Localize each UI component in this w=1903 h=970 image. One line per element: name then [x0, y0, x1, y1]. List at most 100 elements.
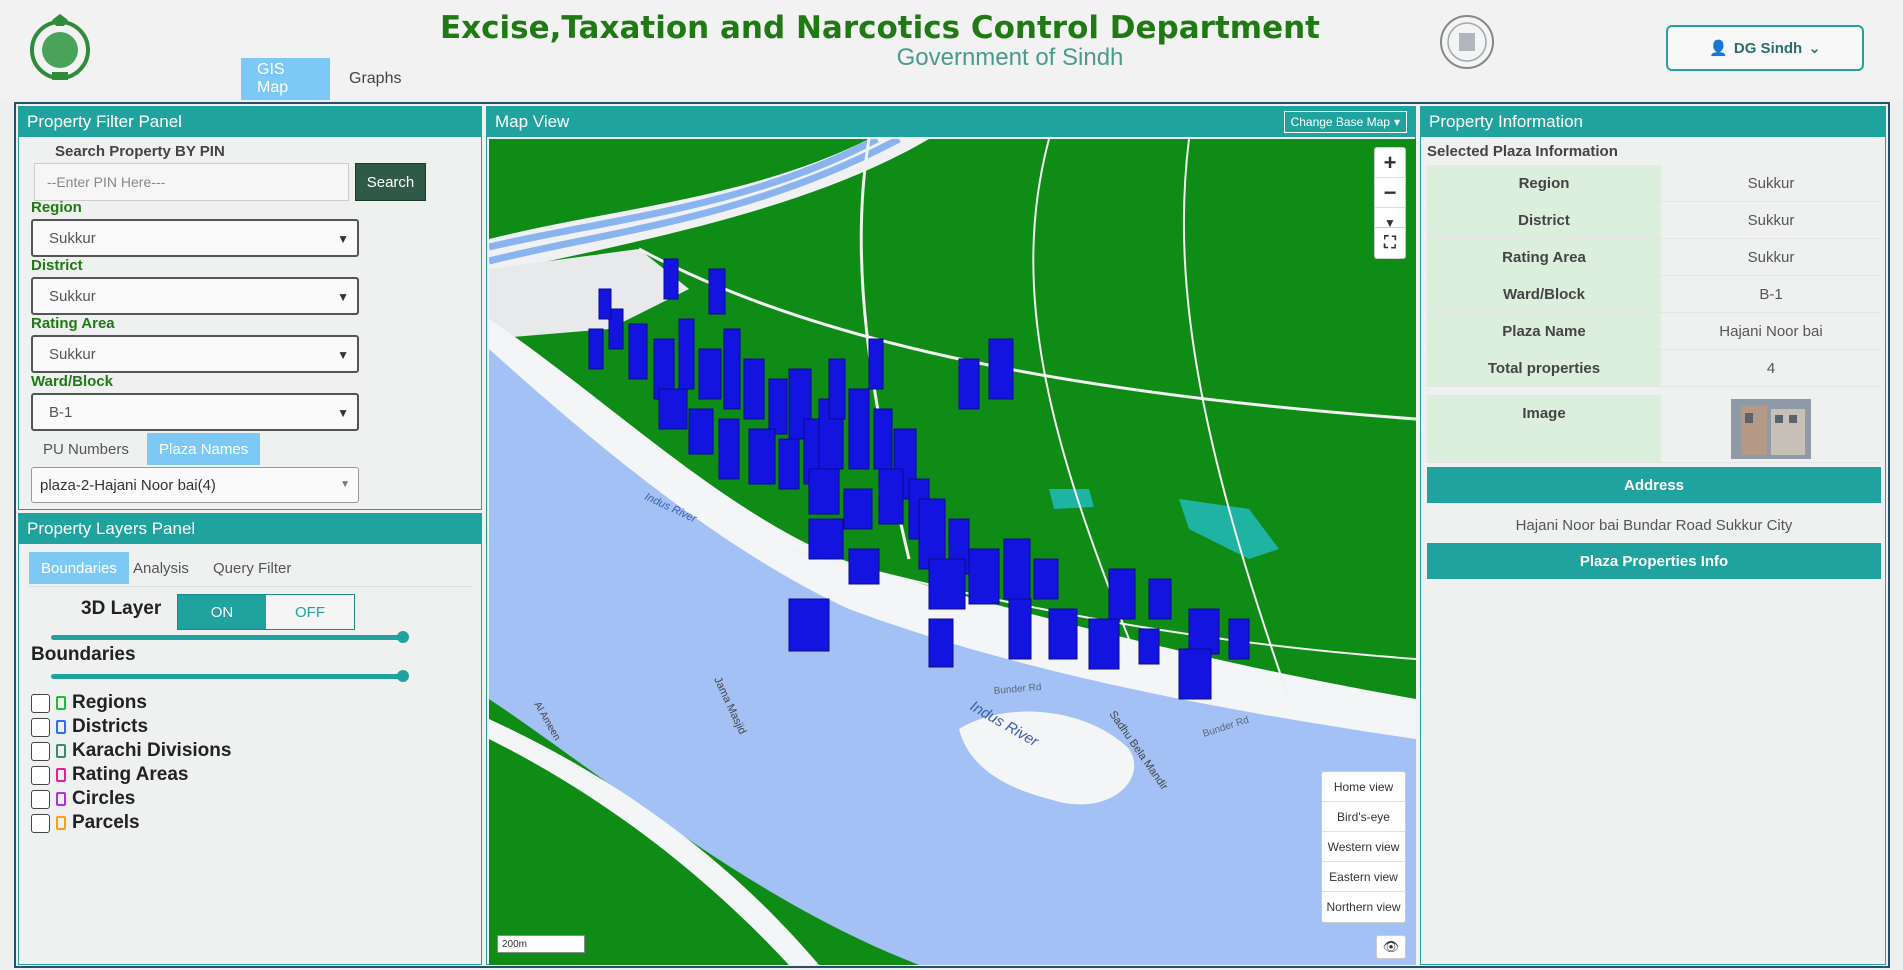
address-value: Hajani Noor bai Bundar Road Sukkur City — [1515, 516, 1793, 534]
eye-icon[interactable]: 👁 — [1376, 935, 1406, 959]
change-base-map-button[interactable]: Change Base Map ▾ — [1283, 111, 1407, 133]
tab-gis-map[interactable]: GIS Map — [241, 58, 330, 100]
water-pond — [1049, 489, 1094, 509]
map-canvas[interactable]: Indus River Indus River Bunder Rd Bunder… — [489, 139, 1416, 965]
property-information-panel: Property Information Selected Plaza Info… — [1420, 106, 1886, 965]
tab-pu-numbers[interactable]: PU Numbers — [31, 433, 141, 465]
chevron-down-icon: ▼ — [337, 290, 349, 304]
tab-graphs[interactable]: Graphs — [333, 58, 417, 100]
fullscreen-icon: ⛶ — [1384, 233, 1396, 252]
layer-row[interactable]: Districts — [31, 715, 148, 739]
layer-label: Karachi Divisions — [72, 740, 232, 761]
info-key: District — [1427, 202, 1661, 238]
info-row: District Sukkur — [1427, 202, 1881, 239]
layer-label: Parcels — [72, 812, 140, 833]
info-key: Image — [1427, 395, 1661, 462]
plaza-properties-info-button[interactable]: Plaza Properties Info — [1427, 543, 1881, 579]
3d-layer-toggle[interactable]: ON OFF — [177, 594, 355, 630]
panel-title: Property Filter Panel — [19, 107, 481, 137]
layer-checkbox[interactable] — [31, 693, 50, 713]
address-header: Address — [1427, 467, 1881, 503]
toggle-on[interactable]: ON — [178, 595, 266, 629]
layer-color-swatch — [56, 792, 66, 806]
boundaries-opacity-slider[interactable] — [51, 670, 409, 682]
layer-row[interactable]: Karachi Divisions — [31, 739, 231, 763]
tab-analysis[interactable]: Analysis — [121, 552, 201, 584]
panel-title: Property Information — [1421, 107, 1885, 137]
plaza-select[interactable]: plaza-2-Hajani Noor bai(4) ▼ — [31, 467, 359, 503]
boundaries-label: Boundaries — [31, 644, 136, 665]
slider-handle[interactable] — [397, 670, 409, 682]
layer-row[interactable]: Circles — [31, 787, 135, 811]
zoom-controls: + − ▼ — [1374, 147, 1406, 239]
user-icon: 👤 — [1709, 40, 1728, 57]
slider-handle[interactable] — [397, 631, 409, 643]
search-button[interactable]: Search — [355, 163, 426, 201]
info-key: Plaza Name — [1427, 313, 1661, 349]
info-key: Rating Area — [1427, 239, 1661, 275]
layer-checkbox[interactable] — [31, 765, 50, 785]
tab-boundaries[interactable]: Boundaries — [29, 552, 129, 584]
layer-color-swatch — [56, 720, 66, 734]
search-by-pin-label: Search Property BY PIN — [55, 143, 225, 160]
camera-view-list: Home view Bird's-eye Western view Easter… — [1321, 771, 1406, 923]
plaza-thumbnail-image[interactable] — [1731, 398, 1811, 459]
panel-title: Property Layers Panel — [19, 514, 481, 544]
info-row: Ward/Block B-1 — [1427, 276, 1881, 313]
layer-checkbox[interactable] — [31, 741, 50, 761]
home-view-button[interactable]: Home view — [1322, 772, 1405, 802]
layer-row[interactable]: Parcels — [31, 811, 140, 835]
western-view-button[interactable]: Western view — [1322, 832, 1405, 862]
property-layers-panel: Property Layers Panel Boundaries Analysi… — [18, 513, 482, 965]
layer-color-swatch — [56, 696, 66, 710]
northern-view-button[interactable]: Northern view — [1322, 892, 1405, 922]
rating-area-select[interactable]: Sukkur ▼ — [31, 335, 359, 373]
caret-down-icon: ▾ — [1393, 115, 1400, 129]
user-menu-button[interactable]: 👤 DG Sindh ⌄ — [1666, 25, 1864, 71]
info-key: Ward/Block — [1427, 276, 1661, 312]
zoom-out-button[interactable]: − — [1375, 178, 1405, 208]
eastern-view-button[interactable]: Eastern view — [1322, 862, 1405, 892]
layer-row[interactable]: Rating Areas — [31, 763, 189, 787]
department-title: Excise,Taxation and Narcotics Control De… — [439, 10, 1320, 46]
info-value: Hajani Noor bai — [1719, 322, 1823, 340]
fullscreen-button[interactable]: ⛶ — [1374, 227, 1406, 259]
layer-checkbox[interactable] — [31, 813, 50, 833]
district-select[interactable]: Sukkur ▼ — [31, 277, 359, 315]
info-row: Total properties 4 — [1427, 350, 1881, 387]
ward-block-label: Ward/Block — [31, 373, 113, 390]
layer-label: Districts — [72, 716, 149, 737]
layer-label: Regions — [72, 692, 147, 713]
info-key: Total properties — [1427, 350, 1661, 386]
region-select[interactable]: Sukkur ▼ — [31, 219, 359, 257]
layer-checkbox[interactable] — [31, 789, 50, 809]
chevron-down-icon: ▼ — [340, 479, 350, 490]
user-name: DG Sindh — [1733, 39, 1803, 57]
3d-layer-slider[interactable] — [51, 631, 409, 643]
info-row: Rating Area Sukkur — [1427, 239, 1881, 276]
zoom-in-button[interactable]: + — [1375, 148, 1405, 178]
layer-row[interactable]: Regions — [31, 691, 147, 715]
tab-query-filter[interactable]: Query Filter — [201, 552, 303, 584]
layer-checkbox[interactable] — [31, 717, 50, 737]
info-value — [1661, 395, 1881, 462]
property-filter-panel: Property Filter Panel Search Property BY… — [18, 106, 482, 510]
map-scale-bar: 200m — [497, 935, 585, 953]
department-seal-logo — [1440, 15, 1494, 69]
tab-plaza-names[interactable]: Plaza Names — [147, 433, 261, 465]
birds-eye-view-button[interactable]: Bird's-eye — [1322, 802, 1405, 832]
pin-search-input[interactable]: --Enter PIN Here--- — [34, 163, 349, 201]
panel-title: Map View — [487, 107, 1415, 137]
map-render: Indus River Indus River Bunder Rd Bunder… — [489, 139, 1416, 965]
selected-plaza-heading: Selected Plaza Information — [1427, 143, 1618, 160]
rating-area-label: Rating Area — [31, 315, 115, 332]
toggle-off[interactable]: OFF — [266, 595, 354, 629]
app-header: Excise,Taxation and Narcotics Control De… — [0, 0, 1903, 100]
ward-block-select[interactable]: B-1 ▼ — [31, 393, 359, 431]
chevron-down-icon: ▼ — [337, 348, 349, 362]
info-row-image: Image — [1427, 395, 1881, 463]
chevron-down-icon: ▼ — [337, 232, 349, 246]
government-subtitle: Government of Sindh — [896, 44, 1124, 71]
3d-layer-label: 3D Layer — [81, 598, 162, 619]
info-key: Region — [1427, 165, 1661, 201]
